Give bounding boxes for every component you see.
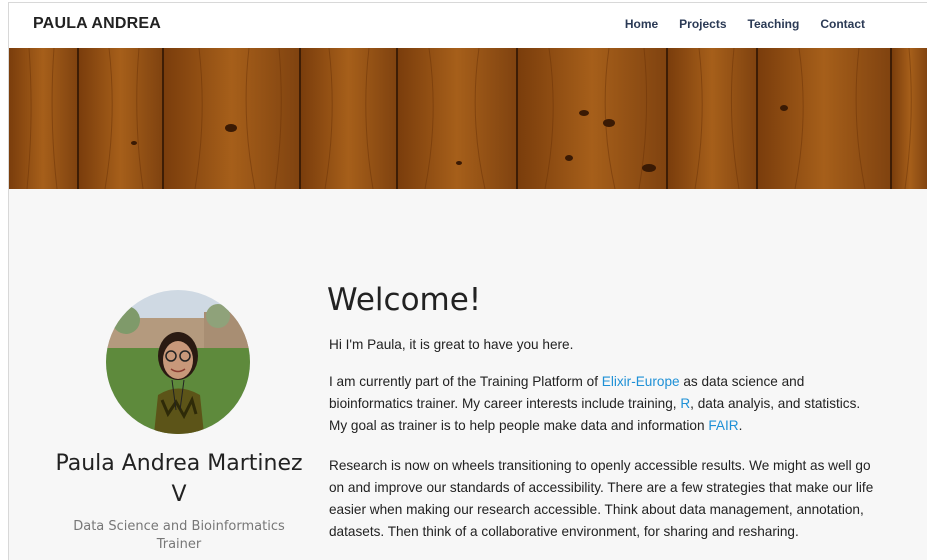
nav-projects-link[interactable]: Projects xyxy=(679,17,726,31)
about-paragraph: I am currently part of the Training Plat… xyxy=(329,371,874,437)
site-brand[interactable]: PAULA ANDREA xyxy=(33,15,161,33)
page-frame: PAULA ANDREA Home Projects Teaching Cont… xyxy=(8,2,927,560)
main-content: Paula Andrea Martinez V Data Science and… xyxy=(9,189,927,560)
research-paragraph: Research is now on wheels transitioning … xyxy=(329,458,874,539)
profile-role: Data Science and Bioinformatics Trainer xyxy=(73,519,285,552)
nav-teaching-link[interactable]: Teaching xyxy=(748,17,800,31)
nav-links: Home Projects Teaching Contact xyxy=(625,17,865,31)
fair-link[interactable]: FAIR xyxy=(708,418,738,433)
welcome-heading: Welcome! xyxy=(327,282,482,318)
nav-home-link[interactable]: Home xyxy=(625,17,658,31)
elixir-europe-link[interactable]: Elixir-Europe xyxy=(602,374,680,389)
about-text-1: I am currently part of the Training Plat… xyxy=(329,374,602,389)
r-link[interactable]: R xyxy=(680,396,690,411)
profile-photo xyxy=(106,290,250,434)
profile-name: Paula Andrea Martinez V xyxy=(55,451,303,507)
nav-contact-link[interactable]: Contact xyxy=(820,17,865,31)
top-navbar: PAULA ANDREA Home Projects Teaching Cont… xyxy=(9,3,927,48)
wood-banner-image xyxy=(9,48,927,189)
about-text-4: . xyxy=(738,418,743,433)
intro-paragraph: Hi I'm Paula, it is great to have you he… xyxy=(329,337,574,352)
